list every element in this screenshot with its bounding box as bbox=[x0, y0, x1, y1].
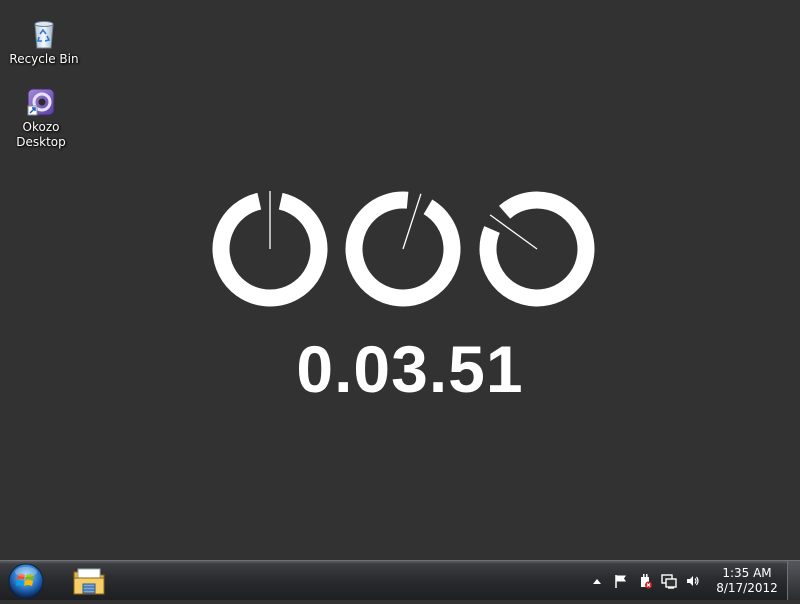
show-hidden-icons-arrow[interactable] bbox=[587, 571, 607, 591]
clock-readout: 0.03.51 bbox=[296, 332, 524, 406]
power-icon[interactable] bbox=[635, 571, 655, 591]
start-button[interactable] bbox=[6, 562, 46, 600]
network-icon[interactable] bbox=[659, 571, 679, 591]
desktop-icon-okozo-desktop[interactable]: Okozo Desktop bbox=[3, 86, 79, 150]
desktop: Recycle Bin Okozo Desktop 0.03.51 bbox=[0, 0, 800, 560]
desktop-icon-label: Recycle Bin bbox=[9, 52, 79, 66]
taskbar-time: 1:35 AM bbox=[722, 565, 772, 580]
recycle-bin-icon bbox=[28, 18, 60, 50]
windows-explorer-icon bbox=[73, 568, 105, 595]
clock-dials bbox=[212, 191, 595, 307]
okozo-desktop-icon bbox=[25, 86, 57, 118]
desktop-icon-recycle-bin[interactable]: Recycle Bin bbox=[6, 18, 82, 67]
clock-widget[interactable]: 0.03.51 bbox=[200, 180, 610, 410]
desktop-icon-label-line1: Okozo bbox=[22, 120, 60, 134]
windows-orb-icon bbox=[8, 563, 44, 599]
action-center-flag-icon[interactable] bbox=[611, 571, 631, 591]
taskbar-date: 8/17/2012 bbox=[716, 580, 778, 595]
taskbar-clock[interactable]: 1:35 AM 8/17/2012 bbox=[713, 566, 781, 596]
desktop-icon-label-line2: Desktop bbox=[16, 135, 66, 149]
taskbar: 1:35 AM 8/17/2012 bbox=[0, 560, 800, 600]
volume-icon[interactable] bbox=[683, 571, 703, 591]
system-tray: 1:35 AM 8/17/2012 bbox=[585, 561, 800, 600]
show-desktop-button[interactable] bbox=[787, 561, 800, 600]
taskbar-pinned-explorer[interactable] bbox=[66, 563, 112, 599]
